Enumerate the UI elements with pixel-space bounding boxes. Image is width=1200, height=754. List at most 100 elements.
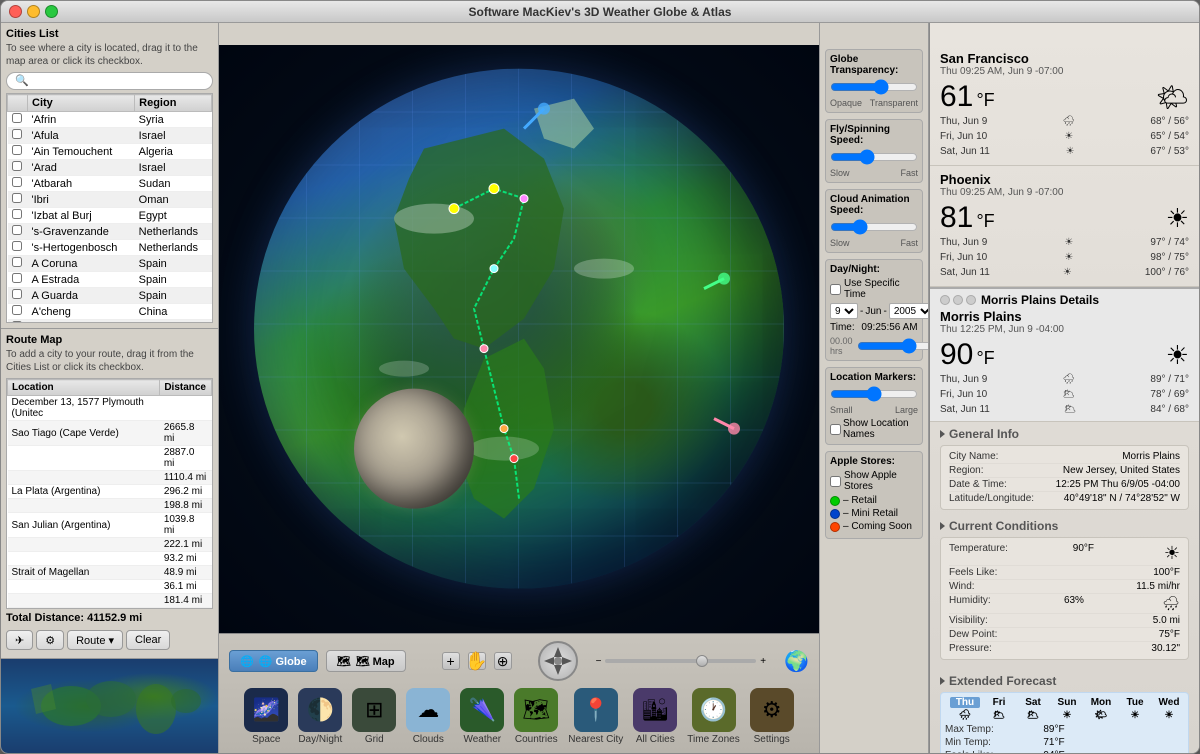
bottom-icon-grid[interactable]: ⊞Grid bbox=[352, 688, 396, 745]
bottom-icon-day/night[interactable]: 🌓Day/Night bbox=[298, 688, 342, 745]
fly-button[interactable]: ✈ bbox=[6, 630, 33, 650]
route-scroll[interactable]: Location Distance December 13, 1577 Plym… bbox=[6, 378, 213, 609]
time-slider[interactable] bbox=[857, 338, 929, 354]
bottom-icon-weather[interactable]: 🌂Weather bbox=[460, 688, 504, 745]
app-title: Software MacKiev's 3D Weather Globe & At… bbox=[469, 5, 732, 19]
mp-temp-row: 90 °F ☀ bbox=[940, 338, 1189, 372]
sf-day-3-temps: 67° / 53° bbox=[1150, 146, 1189, 157]
city-row[interactable]: A'chengChina bbox=[8, 304, 212, 320]
ext-feels: Feels Like: 94°F bbox=[945, 749, 1184, 753]
map-view-button[interactable]: 🗺 🗺 Map bbox=[326, 650, 406, 672]
transparency-group: Globe Transparency: Opaque Transparent bbox=[825, 49, 923, 113]
show-apple-stores-check[interactable] bbox=[830, 476, 841, 487]
zoom-slider[interactable] bbox=[605, 659, 756, 663]
city-row[interactable]: 's-HertogenboschNetherlands bbox=[8, 240, 212, 256]
hand-tool-button[interactable]: ⊕ bbox=[494, 652, 512, 670]
sf-temp-unit: °F bbox=[976, 90, 994, 110]
date-sep2: - bbox=[883, 306, 886, 317]
city-row[interactable]: A GuardaSpain bbox=[8, 288, 212, 304]
titlebar: Software MacKiev's 3D Weather Globe & At… bbox=[1, 1, 1199, 23]
ext-sat: Sat bbox=[1018, 697, 1048, 708]
show-names-check[interactable] bbox=[830, 424, 841, 435]
bottom-icon-countries[interactable]: 🗺Countries bbox=[514, 688, 558, 745]
city-row[interactable]: 'Izbat al BurjEgypt bbox=[8, 208, 212, 224]
morris-plains-block: Morris Plains Details Morris Plains Thu … bbox=[930, 287, 1199, 422]
weather-panel: San Francisco Thu 09:25 AM, Jun 9 -07:00… bbox=[929, 23, 1199, 753]
city-row[interactable]: 'Ain TemouchentAlgeria bbox=[8, 144, 212, 160]
city-row[interactable]: 's-GravenzandeNetherlands bbox=[8, 224, 212, 240]
phoenix-city-name: Phoenix bbox=[940, 172, 1189, 187]
ext-sun: Sun bbox=[1052, 697, 1082, 708]
general-info-group: City Name: Morris Plains Region: New Jer… bbox=[940, 445, 1189, 510]
route-row: La Plata (Argentina)296.2 mi bbox=[8, 485, 212, 499]
phoenix-forecast-row-3: Sat, Jun 11 ☀ 100° / 76° bbox=[940, 265, 1189, 280]
sf-forecast: Thu, Jun 9 🌧 68° / 56° Fri, Jun 10 ☀ 65°… bbox=[940, 114, 1189, 159]
show-names-row: Show Location Names bbox=[830, 418, 918, 440]
zoom-out-button[interactable]: ✋ bbox=[468, 652, 486, 670]
fly-speed-slider[interactable] bbox=[830, 149, 918, 165]
use-specific-time-check[interactable] bbox=[830, 284, 841, 295]
cloud-speed-slider[interactable] bbox=[830, 219, 918, 235]
sf-day-2-temps: 65° / 54° bbox=[1150, 131, 1189, 142]
date-time-row: Date & Time: 12:25 PM Thu 6/9/05 -04:00 bbox=[949, 478, 1180, 492]
countries-label: Countries bbox=[515, 734, 558, 745]
route-row: Sao Tiago (Cape Verde)2665.8 mi bbox=[8, 421, 212, 446]
retail-row: – Retail bbox=[830, 495, 918, 506]
city-row[interactable]: A EstradaSpain bbox=[8, 272, 212, 288]
use-specific-time-row: Use Specific Time bbox=[830, 278, 918, 300]
col-region: Region bbox=[135, 95, 212, 112]
globe-view-button[interactable]: 🌐 🌐 Globe bbox=[229, 650, 318, 672]
daynight-label: Day/Night: bbox=[830, 264, 918, 275]
grid-icon: ⊞ bbox=[352, 688, 396, 732]
fly-speed-group: Fly/Spinning Speed: Slow Fast bbox=[825, 119, 923, 183]
cities-tbody: 'AfrinSyria'AfulaIsrael'Ain TemouchentAl… bbox=[8, 112, 212, 324]
location-markers-label: Location Markers: bbox=[830, 372, 918, 383]
conditions-panel: Current Conditions Temperature: 90°F ☀ F… bbox=[930, 519, 1199, 669]
options-button[interactable]: ⚙ bbox=[36, 630, 64, 650]
city-row[interactable]: 'AfrinSyria bbox=[8, 112, 212, 128]
city-row[interactable]: 'IbriOman bbox=[8, 192, 212, 208]
route-button[interactable]: Route ▾ bbox=[67, 630, 123, 650]
wind-row: Wind: 11.5 mi/hr bbox=[949, 580, 1180, 594]
transparency-slider[interactable] bbox=[830, 79, 918, 95]
nearest city-icon: 📍 bbox=[574, 688, 618, 732]
city-row[interactable]: 'AtbarahSudan bbox=[8, 176, 212, 192]
cities-scroll[interactable]: City Region 'AfrinSyria'AfulaIsrael'Ain … bbox=[6, 93, 213, 323]
month-name: Jun bbox=[865, 306, 881, 317]
visibility-row: Visibility: 5.0 mi bbox=[949, 614, 1180, 628]
bottom-icon-clouds[interactable]: ☁Clouds bbox=[406, 688, 450, 745]
retail-label: – Retail bbox=[843, 495, 877, 506]
city-row[interactable]: 'AfulaIsrael bbox=[8, 128, 212, 144]
phoenix-temp: 81 °F bbox=[940, 201, 995, 235]
minimize-button[interactable] bbox=[27, 5, 40, 18]
bottom-icon-space[interactable]: 🌌Space bbox=[244, 688, 288, 745]
sf-day-1-icon: 🌧 bbox=[1062, 116, 1075, 127]
city-row[interactable]: A CorunaSpain bbox=[8, 256, 212, 272]
conditions-triangle bbox=[940, 522, 945, 530]
ext-thu: Thu bbox=[950, 697, 980, 708]
location-size-slider[interactable] bbox=[830, 386, 918, 402]
sf-temp: 61 °F bbox=[940, 80, 995, 114]
city-row[interactable]: 'AradIsrael bbox=[8, 160, 212, 176]
search-input[interactable] bbox=[6, 72, 213, 90]
zoom-in-button[interactable]: + bbox=[442, 652, 460, 670]
bottom-icon-settings[interactable]: ⚙Settings bbox=[750, 688, 794, 745]
month-select[interactable]: 9 bbox=[830, 303, 858, 319]
clear-button[interactable]: Clear bbox=[126, 630, 170, 650]
bottom-icon-all-cities[interactable]: 🏙All Cities bbox=[633, 688, 677, 745]
maximize-button[interactable] bbox=[45, 5, 58, 18]
route-row: 93.2 mi bbox=[8, 552, 212, 566]
bottom-icon-nearest-city[interactable]: 📍Nearest City bbox=[568, 688, 623, 745]
year-select[interactable]: 2005 bbox=[889, 303, 929, 319]
sf-forecast-row-3: Sat, Jun 11 ☀ 67° / 53° bbox=[940, 144, 1189, 159]
mini-map-svg bbox=[1, 659, 218, 753]
nav-arrows bbox=[540, 643, 576, 679]
city-row[interactable]: A'ershanChina bbox=[8, 320, 212, 324]
show-apple-stores-row: Show Apple Stores bbox=[830, 470, 918, 492]
center-area: 🌐 🌐 Globe 🗺 🗺 Map + ✋ ⊕ bbox=[219, 23, 819, 753]
mp-top: Morris Plains Details bbox=[940, 293, 1189, 307]
close-button[interactable] bbox=[9, 5, 22, 18]
bottom-icon-time-zones[interactable]: 🕐Time Zones bbox=[687, 688, 739, 745]
nav-control[interactable] bbox=[538, 641, 578, 681]
clouds-label: Clouds bbox=[413, 734, 444, 745]
